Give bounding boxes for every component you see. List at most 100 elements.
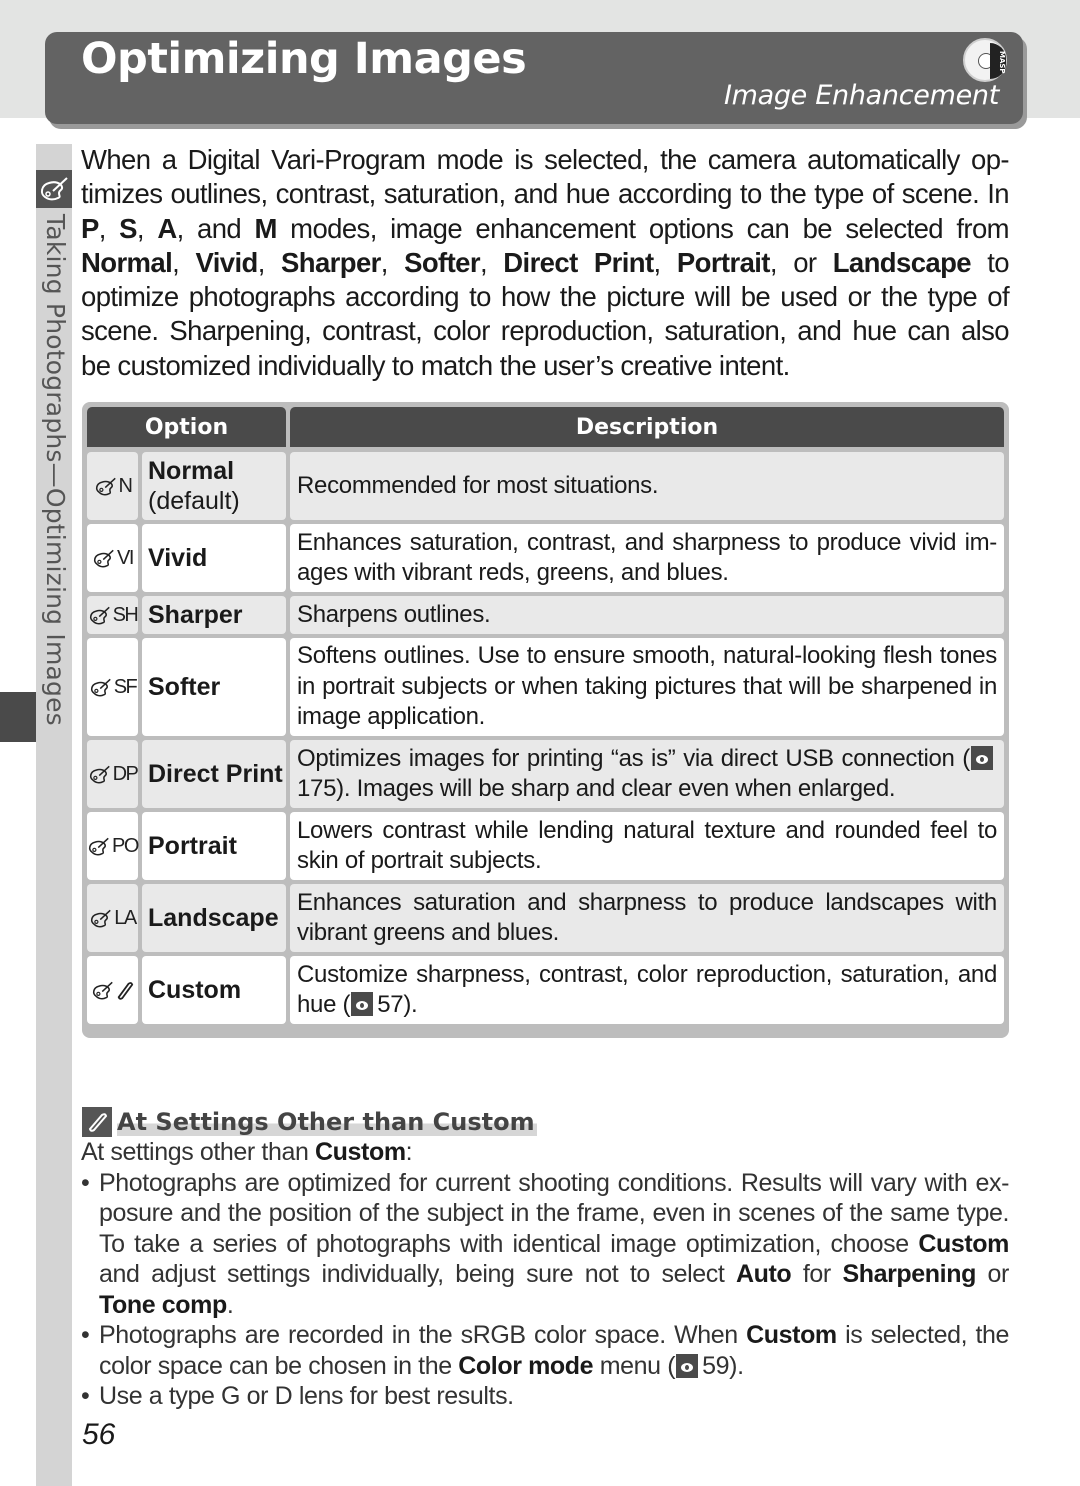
text-run: Use a type G or D lens for best results. <box>99 1382 514 1410</box>
bold-term: Direct Print <box>503 246 654 278</box>
table-row: PO Portrait Lowers contrast while lending … <box>87 812 1004 880</box>
text-run: Photographs are optimized for current sh… <box>99 1168 1009 1258</box>
table-row: Custom Customize sharpness, contrast, col… <box>87 956 1004 1024</box>
option-name: Vivid <box>148 544 208 572</box>
option-code: VI <box>117 546 134 569</box>
option-name-cell: Custom <box>142 956 286 1024</box>
note-bullet: Use a type G or D lens for best results. <box>81 1381 1009 1412</box>
text-run: menu ( <box>593 1351 676 1380</box>
table-row: N Normal (default) Recommended for most sit… <box>87 452 1004 520</box>
text-run: When a Digital Vari-Program mode is sele… <box>81 144 1010 210</box>
table-row: DP Direct Print Optimizes images for print… <box>87 740 1004 808</box>
option-name: Direct Print <box>148 760 283 788</box>
page-header: Optimizing Images MASP Image Enhancement <box>45 32 1023 124</box>
text-run: , or <box>769 246 833 278</box>
page-subtitle: Image Enhancement <box>723 80 999 111</box>
option-code: DP <box>112 762 139 785</box>
option-name-cell: Softer <box>142 638 286 736</box>
text-run: , <box>479 246 504 278</box>
options-table: Option Description N Normal (default) Recom… <box>82 402 1009 1038</box>
text-run: : <box>405 1138 413 1166</box>
text-run: , <box>653 246 677 278</box>
page-number: 56 <box>82 1418 116 1451</box>
option-code: SF <box>113 675 138 698</box>
option-code: LA <box>114 906 137 929</box>
text-run: modes, image enhancement options can be … <box>276 212 1009 244</box>
option-name-cell: Normal (default) <box>142 452 286 520</box>
option-name: Softer <box>148 673 221 701</box>
option-description: Recommended for most situations. <box>290 452 1004 520</box>
option-description: Sharpens outlines. <box>290 596 1004 634</box>
section-tab-marker <box>0 692 36 742</box>
page-reference-icon <box>971 745 993 770</box>
bold-term: Auto <box>735 1260 792 1288</box>
table-header-row: Option Description <box>87 407 1004 447</box>
page-reference-number[interactable]: 175 <box>297 775 336 802</box>
text-run: , <box>172 246 196 278</box>
option-description: Enhances saturation, contrast, and sharp… <box>290 524 1004 592</box>
option-description: Customize sharpness, contrast, color rep… <box>290 956 1004 1024</box>
table-row: LA Landscape Enhances saturation and sharp… <box>87 884 1004 952</box>
table-row: SF Softer Softens outlines. Use to ensure … <box>87 638 1004 736</box>
option-name-cell: Landscape <box>142 884 286 952</box>
bold-term: P <box>81 212 99 244</box>
option-icon: SH <box>87 596 139 634</box>
option-icon: DP <box>87 740 139 808</box>
note-heading: At Settings Other than Custom <box>82 1107 537 1137</box>
table-row: VI Vivid Enhances saturation, contrast, an… <box>87 524 1004 592</box>
text-run: , <box>136 212 158 244</box>
text-run: or <box>975 1260 1010 1288</box>
table-body: N Normal (default) Recommended for most sit… <box>87 452 1004 1024</box>
option-description: Lowers contrast while lending natural te… <box>290 812 1004 880</box>
option-name-cell: Portrait <box>142 812 286 880</box>
option-description: Softens outlines. Use to ensure smooth, … <box>290 638 1004 736</box>
bold-term: S <box>119 212 137 244</box>
option-code: SH <box>112 603 139 626</box>
option-name: Sharper <box>148 601 243 629</box>
page-reference-number[interactable]: 57 <box>377 991 403 1018</box>
option-code: PO <box>112 834 139 857</box>
note-bullet: Photographs are optimized for current sh… <box>81 1168 1009 1321</box>
dial-letters: MASP <box>990 43 1006 79</box>
bold-term: Sharper <box>281 246 381 278</box>
table-row: SH Sharper Sharpens outlines. <box>87 596 1004 634</box>
option-name: Custom <box>148 976 242 1004</box>
option-note: (default) <box>148 487 240 515</box>
bold-term: Tone comp <box>99 1290 227 1319</box>
bold-term: Custom <box>918 1229 1009 1258</box>
bold-term: Vivid <box>195 246 258 278</box>
bold-term: M <box>254 212 277 244</box>
bold-term: Color mode <box>458 1351 594 1380</box>
intro-paragraph: When a Digital Vari-Program mode is sele… <box>81 143 1010 383</box>
text-run: , <box>380 246 405 278</box>
text-run: , and <box>176 212 255 244</box>
option-description: Optimizes images for printing “as is” vi… <box>290 740 1004 808</box>
note-body: At settings other than Custom:Photograph… <box>81 1137 1009 1412</box>
option-icon <box>87 956 138 1024</box>
text-run: and adjust settings individually, being … <box>99 1260 736 1288</box>
note-bullet: Photographs are recorded in the sRGB col… <box>81 1320 1009 1381</box>
option-name: Landscape <box>148 904 279 932</box>
text-run: for <box>791 1260 843 1288</box>
page-title: Optimizing Images <box>81 34 527 84</box>
page-reference-icon <box>676 1353 699 1378</box>
bold-term: Custom <box>315 1138 406 1166</box>
bold-term: A <box>157 212 177 244</box>
option-icon: PO <box>87 812 139 880</box>
option-icon: SF <box>87 638 138 736</box>
option-icon: VI <box>87 524 138 592</box>
bold-term: Sharpening <box>842 1260 976 1288</box>
mode-dial-icon: MASP <box>963 38 1007 82</box>
option-name-cell: Vivid <box>142 524 286 592</box>
option-code: N <box>118 474 133 497</box>
column-header-description: Description <box>290 407 1004 447</box>
column-header-option: Option <box>87 407 286 447</box>
bold-term: Softer <box>404 246 480 278</box>
brush-icon <box>36 170 72 208</box>
option-name-cell: Direct Print <box>142 740 286 808</box>
page-reference-number[interactable]: 59 <box>702 1352 729 1380</box>
option-icon: LA <box>87 884 138 952</box>
text-run: , <box>257 246 282 278</box>
bold-term: Normal <box>81 246 173 278</box>
note-title: At Settings Other than Custom <box>117 1108 537 1136</box>
